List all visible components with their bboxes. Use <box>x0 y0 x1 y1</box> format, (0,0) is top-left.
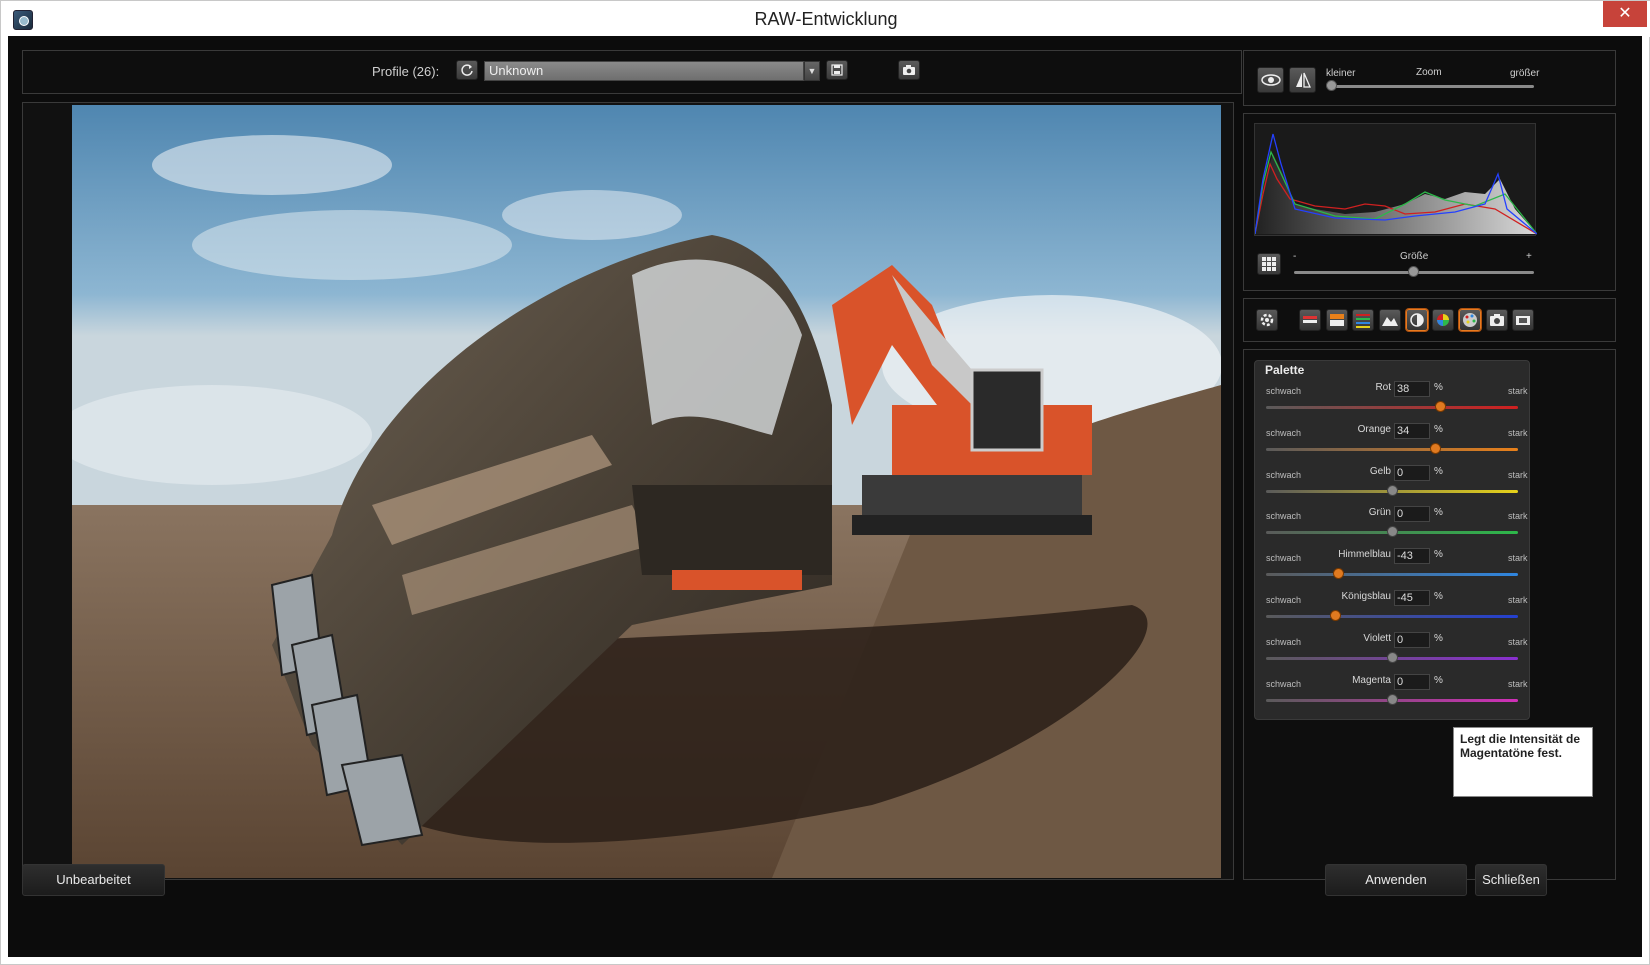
apply-button[interactable]: Anwenden <box>1325 864 1467 896</box>
palette-row-rot: schwach Rot 38% stark <box>1254 378 1530 422</box>
refresh-profile-icon[interactable] <box>456 60 478 80</box>
exposure-tool-icon[interactable] <box>1299 309 1321 331</box>
percent-label: % <box>1434 423 1443 435</box>
color-slider-thumb[interactable] <box>1387 484 1398 496</box>
percent-label: % <box>1434 591 1443 602</box>
color-slider-track[interactable] <box>1266 406 1518 409</box>
color-slider-thumb[interactable] <box>1429 442 1441 454</box>
gear-icon[interactable] <box>1256 309 1278 331</box>
title-bar: RAW-Entwicklung ✕ <box>1 1 1650 37</box>
landscape-tool-icon[interactable] <box>1379 309 1401 331</box>
color-value-input[interactable]: 0 <box>1394 631 1430 648</box>
color-slider-thumb[interactable] <box>1330 610 1342 621</box>
palette-row-grün: schwach Grün 0% stark <box>1254 503 1530 547</box>
color-value-input[interactable]: 0 <box>1394 673 1430 690</box>
color-slider-thumb[interactable] <box>1387 651 1398 663</box>
palette-row-magenta: schwach Magenta 0% stark <box>1254 671 1530 715</box>
color-value-input[interactable]: 38 <box>1394 381 1430 397</box>
color-name-label: Grün <box>1368 507 1391 519</box>
strong-label: stark <box>1508 553 1528 564</box>
color-name-label: Gelb <box>1369 465 1391 477</box>
color-value-input[interactable]: 0 <box>1394 506 1430 523</box>
tooltip-line-2: Magentatöne fest. <box>1460 746 1563 760</box>
original-button[interactable]: Unbearbeitet <box>22 864 165 896</box>
color-value-input[interactable]: 34 <box>1394 422 1430 439</box>
chevron-down-icon[interactable]: ▼ <box>804 61 820 81</box>
histogram-graph <box>1254 123 1538 236</box>
percent-label: % <box>1434 465 1443 477</box>
palette-tool-icon[interactable] <box>1459 309 1481 331</box>
size-label: Größe <box>1400 251 1429 262</box>
photo-preview-excavator[interactable] <box>72 105 1221 878</box>
percent-label: % <box>1434 382 1443 393</box>
size-minus-label: - <box>1293 251 1297 262</box>
color-value-input[interactable]: -45 <box>1394 590 1430 606</box>
color-name-label: Rot <box>1375 382 1391 393</box>
palette-row-königsblau: schwach Königsblau -45% stark <box>1254 587 1530 631</box>
color-lines-tool-icon[interactable] <box>1352 309 1374 331</box>
color-slider-track[interactable] <box>1266 615 1518 618</box>
color-slider-thumb[interactable] <box>1387 693 1398 705</box>
window-close-button[interactable]: ✕ <box>1603 1 1647 27</box>
color-name-label: Orange <box>1357 423 1391 435</box>
palette-row-violett: schwach Violett 0% stark <box>1254 629 1530 673</box>
strong-label: stark <box>1508 636 1528 647</box>
zoom-bigger-label: größer <box>1510 68 1540 79</box>
save-profile-icon[interactable] <box>826 60 848 80</box>
snapshot-camera-icon[interactable] <box>898 60 920 80</box>
close-button[interactable]: Schließen <box>1475 864 1547 896</box>
percent-label: % <box>1434 549 1443 561</box>
compare-split-icon[interactable] <box>1289 67 1316 93</box>
color-slider-thumb[interactable] <box>1434 401 1446 412</box>
zoom-label: Zoom <box>1416 67 1442 78</box>
color-name-label: Königsblau <box>1341 591 1391 602</box>
palette-row-gelb: schwach Gelb 0% stark <box>1254 462 1530 506</box>
color-value-input[interactable]: -43 <box>1394 548 1430 565</box>
color-name-label: Magenta <box>1352 674 1391 686</box>
percent-label: % <box>1434 674 1443 686</box>
strong-label: stark <box>1508 678 1528 689</box>
percent-label: % <box>1434 507 1443 519</box>
color-value-input[interactable]: 0 <box>1394 464 1430 481</box>
window-title: RAW-Entwicklung <box>754 9 898 29</box>
profile-label: Profile (26): <box>372 64 440 79</box>
palette-row-orange: schwach Orange 34% stark <box>1254 420 1530 464</box>
strong-label: stark <box>1508 511 1528 522</box>
palette-title: Palette <box>1265 363 1305 377</box>
percent-label: % <box>1434 632 1443 644</box>
color-slider-thumb[interactable] <box>1387 526 1398 538</box>
palette-row-himmelblau: schwach Himmelblau -43% stark <box>1254 545 1530 589</box>
zoom-slider-track[interactable] <box>1328 85 1534 88</box>
color-slider-track[interactable] <box>1266 573 1518 577</box>
strong-label: stark <box>1508 469 1528 480</box>
profile-select[interactable]: Unknown <box>484 61 804 81</box>
size-slider-thumb[interactable] <box>1408 266 1419 277</box>
color-name-label: Violett <box>1363 632 1391 644</box>
size-plus-label: + <box>1526 251 1532 262</box>
lens-tool-icon[interactable] <box>1512 309 1534 331</box>
color-slider-track[interactable] <box>1266 447 1518 451</box>
white-balance-tool-icon[interactable] <box>1326 309 1348 331</box>
camera-tool-icon[interactable] <box>1486 309 1508 331</box>
tooltip: Legt die Intensität de Magentatöne fest. <box>1453 727 1593 797</box>
strong-label: stark <box>1508 595 1528 605</box>
strong-label: stark <box>1508 386 1528 396</box>
color-name-label: Himmelblau <box>1338 549 1391 561</box>
zoom-slider-thumb[interactable] <box>1326 80 1337 91</box>
strong-label: stark <box>1508 427 1528 438</box>
color-wheel-tool-icon[interactable] <box>1432 309 1454 331</box>
zoom-smaller-label: kleiner <box>1326 68 1356 79</box>
tooltip-line-1: Legt die Intensität de <box>1460 732 1581 746</box>
eye-preview-icon[interactable] <box>1257 67 1284 93</box>
contrast-tool-icon[interactable] <box>1406 309 1428 331</box>
grid-icon[interactable] <box>1257 253 1281 275</box>
color-slider-thumb[interactable] <box>1332 568 1344 580</box>
